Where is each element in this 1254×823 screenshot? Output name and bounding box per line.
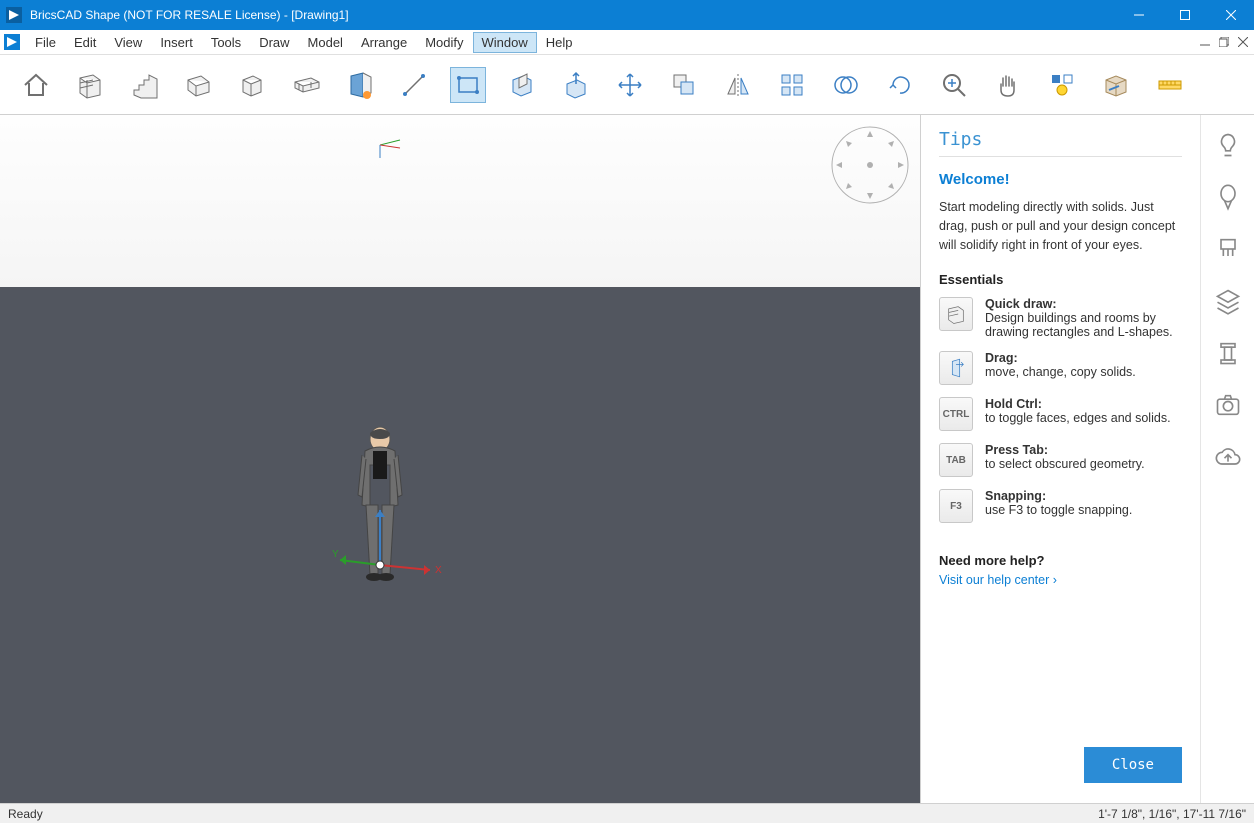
menu-draw[interactable]: Draw: [250, 32, 298, 53]
line-button[interactable]: [396, 67, 432, 103]
pan-button[interactable]: [990, 67, 1026, 103]
quickdraw-icon: [939, 297, 973, 331]
tips-title: Tips: [939, 129, 1182, 150]
boolean-button[interactable]: [828, 67, 864, 103]
brush-icon[interactable]: [1214, 235, 1242, 263]
menu-view[interactable]: View: [105, 32, 151, 53]
menu-window[interactable]: Window: [473, 32, 537, 53]
stairs-button[interactable]: [126, 67, 162, 103]
bulb-icon[interactable]: [1214, 131, 1242, 159]
copy-button[interactable]: [666, 67, 702, 103]
essential-ctrl: CTRL Hold Ctrl:to toggle faces, edges an…: [939, 397, 1182, 431]
mdi-minimize-icon[interactable]: [1197, 34, 1213, 50]
rectangle-button[interactable]: [450, 67, 486, 103]
close-button[interactable]: [1208, 0, 1254, 30]
ctrl-key-icon: CTRL: [939, 397, 973, 431]
help-center-link[interactable]: Visit our help center ›: [939, 573, 1057, 587]
essential-tab: TAB Press Tab:to select obscured geometr…: [939, 443, 1182, 477]
move-button[interactable]: [612, 67, 648, 103]
essential-tab-text: to select obscured geometry.: [985, 457, 1145, 471]
essential-f3: F3 Snapping:use F3 to toggle snapping.: [939, 489, 1182, 523]
essential-drag-text: move, change, copy solids.: [985, 365, 1136, 379]
menubar: File Edit View Insert Tools Draw Model A…: [0, 30, 1254, 55]
essential-tab-title: Press Tab:: [985, 443, 1048, 457]
menu-file[interactable]: File: [26, 32, 65, 53]
mirror-button[interactable]: [720, 67, 756, 103]
tips-intro: Start modeling directly with solids. Jus…: [939, 198, 1182, 254]
app-icon: [6, 7, 22, 23]
tips-divider: [939, 156, 1182, 157]
essential-drag-title: Drag:: [985, 351, 1018, 365]
push-pull-button[interactable]: [504, 67, 540, 103]
menu-help[interactable]: Help: [537, 32, 582, 53]
essential-f3-title: Snapping:: [985, 489, 1046, 503]
right-rail: [1200, 115, 1254, 803]
light-button[interactable]: [1044, 67, 1080, 103]
rotate-button[interactable]: [882, 67, 918, 103]
toolbar: [0, 55, 1254, 115]
f3-key-icon: F3: [939, 489, 973, 523]
axis-gizmo[interactable]: X Y: [330, 505, 450, 585]
measure-button[interactable]: [1152, 67, 1188, 103]
essential-f3-text: use F3 to toggle snapping.: [985, 503, 1132, 517]
mdi-restore-icon[interactable]: [1216, 34, 1232, 50]
cloud-icon[interactable]: [1214, 443, 1242, 471]
menu-tools[interactable]: Tools: [202, 32, 250, 53]
titlebar: BricsCAD Shape (NOT FOR RESALE License) …: [0, 0, 1254, 30]
menu-modify[interactable]: Modify: [416, 32, 472, 53]
viewport[interactable]: X Y: [0, 115, 920, 803]
floor-button[interactable]: [180, 67, 216, 103]
camera-icon[interactable]: [1214, 391, 1242, 419]
tab-key-icon: TAB: [939, 443, 973, 477]
essentials-title: Essentials: [939, 272, 1182, 287]
workspace: X Y Tips Welcome! Start modeling directl…: [0, 115, 1254, 803]
balloon-icon[interactable]: [1214, 183, 1242, 211]
column-button[interactable]: [288, 67, 324, 103]
zoom-button[interactable]: [936, 67, 972, 103]
column-icon[interactable]: [1214, 339, 1242, 367]
materials-button[interactable]: [1098, 67, 1134, 103]
essential-ctrl-title: Hold Ctrl:: [985, 397, 1042, 411]
essential-drag: Drag:move, change, copy solids.: [939, 351, 1182, 385]
menu-insert[interactable]: Insert: [151, 32, 202, 53]
statusbar: Ready 1'-7 1/8", 1/16", 17'-11 7/16": [0, 803, 1254, 823]
menu-edit[interactable]: Edit: [65, 32, 105, 53]
status-text: Ready: [8, 807, 1098, 821]
essential-quickdraw-title: Quick draw:: [985, 297, 1057, 311]
maximize-button[interactable]: [1162, 0, 1208, 30]
menu-arrange[interactable]: Arrange: [352, 32, 416, 53]
help-section: Need more help? Visit our help center ›: [939, 553, 1182, 587]
extrude-button[interactable]: [558, 67, 594, 103]
array-button[interactable]: [774, 67, 810, 103]
status-coordinates: 1'-7 1/8", 1/16", 17'-11 7/16": [1098, 807, 1246, 821]
tips-panel: Tips Welcome! Start modeling directly wi…: [920, 115, 1200, 803]
help-title: Need more help?: [939, 553, 1182, 568]
home-button[interactable]: [18, 67, 54, 103]
box-button[interactable]: [234, 67, 270, 103]
layers-icon[interactable]: [1214, 287, 1242, 315]
tips-close-button[interactable]: Close: [1084, 747, 1182, 783]
essential-quickdraw-text: Design buildings and rooms by drawing re…: [985, 311, 1173, 339]
svg-text:Y: Y: [332, 549, 339, 560]
wall-button[interactable]: [72, 67, 108, 103]
essential-quickdraw: Quick draw:Design buildings and rooms by…: [939, 297, 1182, 339]
origin-marker-icon: [370, 130, 410, 160]
menu-model[interactable]: Model: [299, 32, 352, 53]
svg-text:X: X: [435, 565, 442, 576]
wall-left-button[interactable]: [342, 67, 378, 103]
window-title: BricsCAD Shape (NOT FOR RESALE License) …: [30, 8, 1116, 22]
essential-ctrl-text: to toggle faces, edges and solids.: [985, 411, 1171, 425]
mdi-close-icon[interactable]: [1235, 34, 1251, 50]
minimize-button[interactable]: [1116, 0, 1162, 30]
view-compass[interactable]: [830, 125, 910, 205]
tips-welcome: Welcome!: [939, 171, 1182, 188]
menu-app-icon[interactable]: [4, 34, 20, 50]
drag-icon: [939, 351, 973, 385]
